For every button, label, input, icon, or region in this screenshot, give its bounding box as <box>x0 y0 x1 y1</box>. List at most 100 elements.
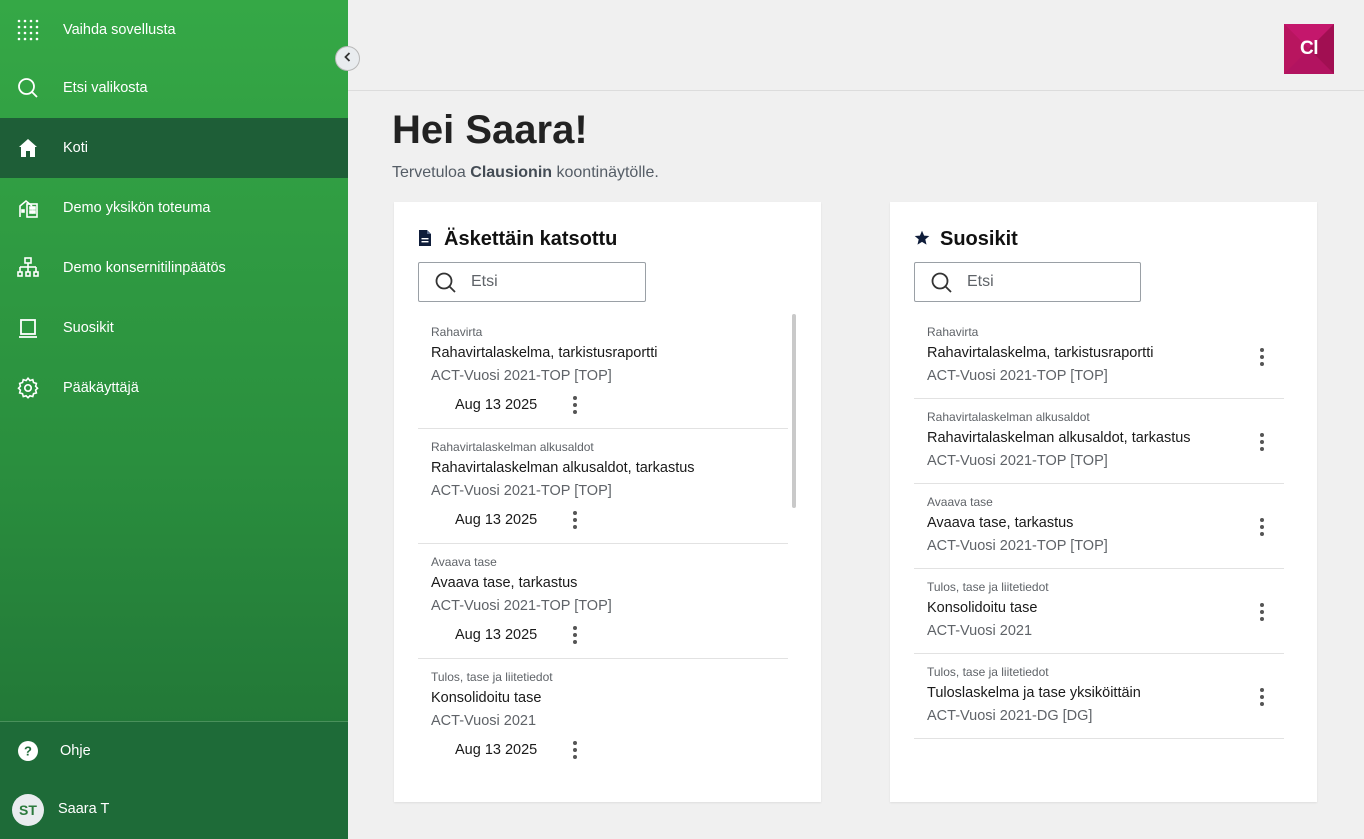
item-subtitle: ACT-Vuosi 2021 <box>927 623 1033 639</box>
item-category: Tulos, tase ja liitetiedot <box>431 670 553 684</box>
building-icon <box>16 196 40 220</box>
sidebar-item-label: Suosikit <box>63 320 114 336</box>
sidebar: Vaihda sovellusta Etsi valikosta Koti De… <box>0 0 348 839</box>
user-name[interactable]: Saara T <box>58 801 109 817</box>
item-date: Aug 13 2025 <box>455 512 538 528</box>
search-input[interactable] <box>967 263 1137 301</box>
more-options-icon[interactable] <box>1252 686 1272 708</box>
more-options-icon[interactable] <box>1252 346 1272 368</box>
item-date: Aug 13 2025 <box>455 742 538 758</box>
more-options-icon[interactable] <box>1252 516 1272 538</box>
sidebar-item-label: Pääkäyttäjä <box>63 380 139 396</box>
brand-name: Clausionin <box>470 164 553 181</box>
card-title: Suosikit <box>940 228 1018 250</box>
item-subtitle: ACT-Vuosi 2021-TOP [TOP] <box>927 453 1108 469</box>
item-category: Avaava tase <box>927 495 993 509</box>
avatar[interactable]: ST <box>12 794 44 826</box>
list-item[interactable]: Rahavirtalaskelman alkusaldot Rahavirtal… <box>914 399 1284 484</box>
collapse-sidebar-button[interactable] <box>335 46 360 71</box>
sidebar-item-search-menu[interactable]: Etsi valikosta <box>0 58 348 118</box>
item-subtitle: ACT-Vuosi 2021 <box>431 713 537 729</box>
item-title[interactable]: Rahavirtalaskelma, tarkistusraportti <box>431 345 657 361</box>
item-category: Rahavirtalaskelman alkusaldot <box>927 410 1090 424</box>
sidebar-item-label: Ohje <box>60 743 91 759</box>
item-category: Rahavirta <box>927 325 979 339</box>
recent-card: Äskettäin katsottu Rahavirta Rahavirtala… <box>394 202 821 802</box>
document-icon <box>418 230 434 246</box>
card-title: Äskettäin katsottu <box>444 228 618 250</box>
chevron-left-icon <box>342 50 354 68</box>
welcome-text: Tervetuloa Clausionin koontinäytölle. <box>392 164 659 182</box>
brand-logo[interactable]: Cl <box>1284 24 1334 74</box>
item-title[interactable]: Konsolidoitu tase <box>431 690 541 706</box>
page-title: Hei Saara! <box>392 108 588 152</box>
item-title[interactable]: Tuloslaskelma ja tase yksiköittäin <box>927 685 1141 701</box>
logo-text: Cl <box>1300 38 1319 59</box>
top-bar <box>348 0 1364 91</box>
list-item[interactable]: Rahavirta Rahavirtalaskelma, tarkistusra… <box>914 318 1284 399</box>
sidebar-item-help[interactable]: ? Ohje <box>0 721 348 781</box>
list-item[interactable]: Tulos, tase ja liitetiedot Tuloslaskelma… <box>914 654 1284 739</box>
org-chart-icon <box>16 256 40 280</box>
search-icon <box>931 272 953 294</box>
list-item[interactable]: Rahavirtalaskelman alkusaldot Rahavirtal… <box>418 429 788 544</box>
sidebar-item-label: Vaihda sovellusta <box>63 22 176 38</box>
sidebar-item-home[interactable]: Koti <box>0 118 348 178</box>
help-icon: ? <box>16 739 40 763</box>
home-icon <box>16 136 40 160</box>
scrollbar[interactable] <box>792 314 796 508</box>
welcome-suffix: koontinäytölle. <box>552 164 659 181</box>
item-title[interactable]: Avaava tase, tarkastus <box>927 515 1073 531</box>
item-category: Avaava tase <box>431 555 497 569</box>
more-options-icon[interactable] <box>1252 431 1272 453</box>
list-item[interactable]: Tulos, tase ja liitetiedot Konsolidoitu … <box>418 659 788 774</box>
item-subtitle: ACT-Vuosi 2021-DG [DG] <box>927 708 1093 724</box>
item-date: Aug 13 2025 <box>455 627 538 643</box>
item-title[interactable]: Konsolidoitu tase <box>927 600 1037 616</box>
welcome-prefix: Tervetuloa <box>392 164 471 181</box>
list-item[interactable]: Rahavirta Rahavirtalaskelma, tarkistusra… <box>418 318 788 429</box>
app-grid-icon <box>16 18 40 42</box>
sidebar-item-switch-app[interactable]: Vaihda sovellusta <box>0 0 348 60</box>
item-category: Tulos, tase ja liitetiedot <box>927 665 1049 679</box>
item-subtitle: ACT-Vuosi 2021-TOP [TOP] <box>927 368 1108 384</box>
search-icon <box>435 272 457 294</box>
more-options-icon[interactable] <box>565 739 585 761</box>
more-options-icon[interactable] <box>565 509 585 531</box>
sidebar-item-demo-unit[interactable]: Demo yksikön toteuma <box>0 178 348 238</box>
more-options-icon[interactable] <box>565 624 585 646</box>
item-title[interactable]: Rahavirtalaskelman alkusaldot, tarkastus <box>927 430 1191 446</box>
more-options-icon[interactable] <box>1252 601 1272 623</box>
search-input[interactable] <box>471 263 641 301</box>
item-category: Rahavirta <box>431 325 483 339</box>
sidebar-item-label: Demo konsernitilinpäätös <box>63 260 226 276</box>
laptop-icon <box>16 316 40 340</box>
item-title[interactable]: Rahavirtalaskelman alkusaldot, tarkastus <box>431 460 695 476</box>
item-category: Rahavirtalaskelman alkusaldot <box>431 440 594 454</box>
sidebar-item-favorites[interactable]: Suosikit <box>0 298 348 358</box>
sidebar-item-label: Etsi valikosta <box>63 80 148 96</box>
item-subtitle: ACT-Vuosi 2021-TOP [TOP] <box>431 483 612 499</box>
item-date: Aug 13 2025 <box>455 397 538 413</box>
favorites-card: Suosikit Rahavirta Rahavirtalaskelma, ta… <box>890 202 1317 802</box>
sidebar-item-admin[interactable]: Pääkäyttäjä <box>0 358 348 418</box>
list-item[interactable]: Avaava tase Avaava tase, tarkastus ACT-V… <box>914 484 1284 569</box>
gear-icon <box>16 376 40 400</box>
sidebar-item-label: Demo yksikön toteuma <box>63 200 211 216</box>
item-title[interactable]: Avaava tase, tarkastus <box>431 575 577 591</box>
list-item[interactable]: Tulos, tase ja liitetiedot Konsolidoitu … <box>914 569 1284 654</box>
more-options-icon[interactable] <box>565 394 585 416</box>
item-title[interactable]: Rahavirtalaskelma, tarkistusraportti <box>927 345 1153 361</box>
svg-text:?: ? <box>24 744 32 759</box>
search-icon <box>16 76 40 100</box>
star-icon <box>914 230 930 246</box>
item-category: Tulos, tase ja liitetiedot <box>927 580 1049 594</box>
sidebar-item-demo-group[interactable]: Demo konsernitilinpäätös <box>0 238 348 298</box>
recent-search <box>418 262 646 302</box>
item-subtitle: ACT-Vuosi 2021-TOP [TOP] <box>431 368 612 384</box>
item-subtitle: ACT-Vuosi 2021-TOP [TOP] <box>927 538 1108 554</box>
item-subtitle: ACT-Vuosi 2021-TOP [TOP] <box>431 598 612 614</box>
list-item[interactable]: Avaava tase Avaava tase, tarkastus ACT-V… <box>418 544 788 659</box>
favorites-search <box>914 262 1141 302</box>
sidebar-item-label: Koti <box>63 140 88 156</box>
